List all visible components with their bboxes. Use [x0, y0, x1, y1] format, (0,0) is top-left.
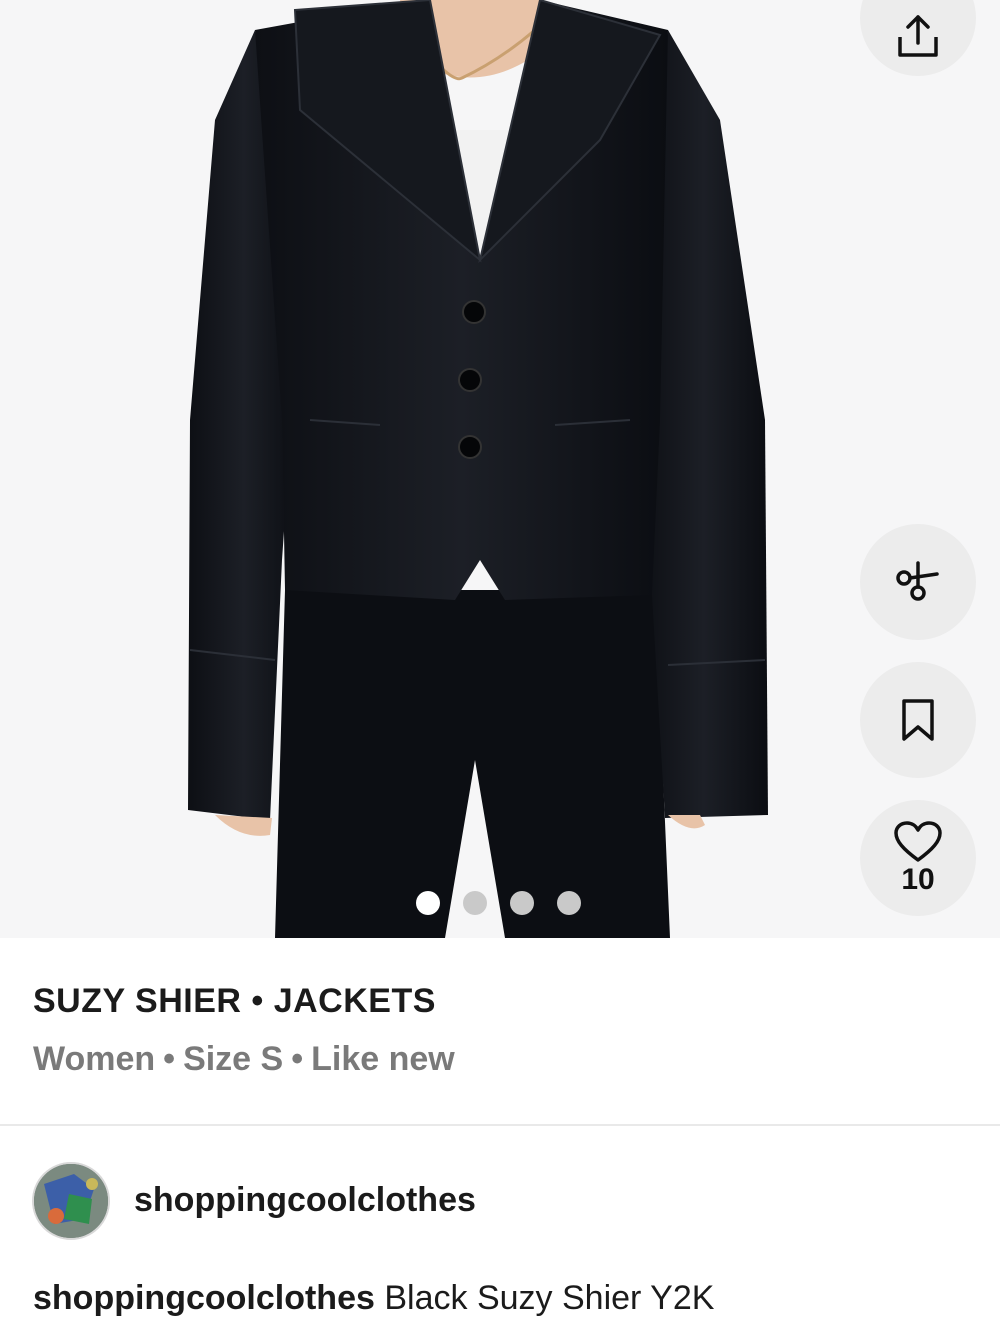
product-meta: Women • Size S • Like new: [33, 1040, 455, 1079]
meta-size: Size S: [183, 1040, 284, 1078]
meta-separator: •: [291, 1040, 304, 1078]
like-button[interactable]: 10: [860, 800, 976, 916]
compare-button[interactable]: [860, 524, 976, 640]
like-count: 10: [901, 863, 935, 896]
carousel-dot[interactable]: [557, 891, 581, 915]
share-icon: [894, 13, 942, 61]
description-username[interactable]: shoppingcoolclothes: [33, 1279, 375, 1317]
divider: [0, 1124, 1000, 1126]
heart-icon: [893, 820, 943, 864]
seller-avatar[interactable]: [32, 1162, 110, 1240]
seller-username[interactable]: shoppingcoolclothes: [134, 1181, 476, 1220]
scissors-icon: [893, 557, 943, 607]
jacket-photo-illustration: [0, 0, 1000, 938]
description-text: Black Suzy Shier Y2K: [384, 1279, 715, 1317]
listing-description: shoppingcoolclothes Black Suzy Shier Y2K: [33, 1279, 714, 1318]
carousel-dot[interactable]: [510, 891, 534, 915]
carousel-dot[interactable]: [463, 891, 487, 915]
carousel-indicator: [416, 891, 581, 915]
meta-separator: •: [163, 1040, 176, 1078]
bookmark-icon: [898, 697, 938, 743]
carousel-dot[interactable]: [416, 891, 440, 915]
product-photo[interactable]: [0, 0, 1000, 938]
meta-department: Women: [33, 1040, 156, 1078]
meta-condition: Like new: [311, 1040, 455, 1078]
brand-category[interactable]: SUZY SHIER • JACKETS: [33, 982, 436, 1021]
save-button[interactable]: [860, 662, 976, 778]
